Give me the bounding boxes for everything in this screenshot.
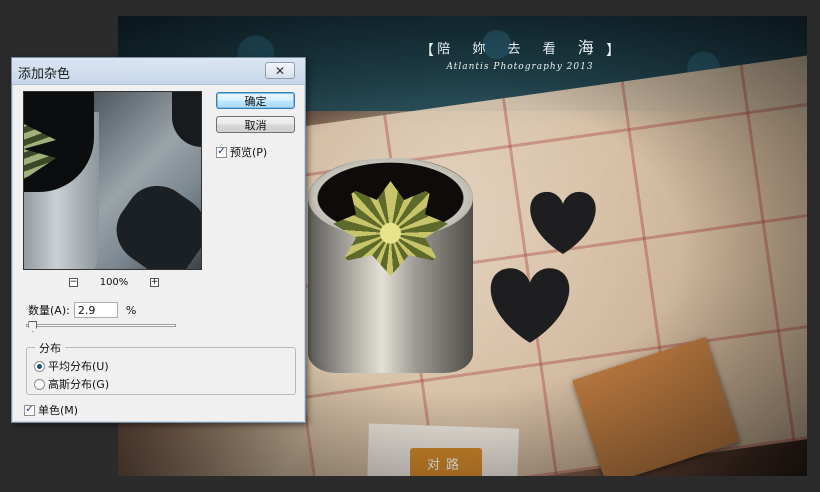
dialog-titlebar[interactable]: 添加杂色 ✕ — [12, 58, 305, 85]
ok-button[interactable]: 确定 — [216, 92, 295, 109]
filter-preview[interactable] — [23, 91, 202, 270]
preview-dark-corner — [172, 92, 201, 147]
watermark-title-text: 陪 妳 去 看 — [437, 42, 578, 57]
radio-selected-dot — [37, 363, 42, 369]
zoom-in-button[interactable]: + — [150, 277, 159, 287]
amount-slider-thumb[interactable] — [28, 321, 38, 332]
amount-label: 数量(A): — [28, 304, 70, 317]
dialog-title: 添加杂色 — [18, 67, 71, 82]
zoom-level: 100% — [99, 276, 129, 288]
monochromatic-checkbox-row[interactable]: ✓ 单色(M) — [24, 402, 78, 418]
gaussian-label: 高斯分布(G) — [48, 378, 110, 391]
gaussian-radio[interactable] — [34, 378, 45, 390]
zoom-out-button[interactable]: − — [69, 277, 78, 287]
amount-input[interactable]: 2.9 — [73, 302, 118, 318]
preview-checkbox-row[interactable]: ✓ 预览(P) — [216, 144, 267, 160]
watermark-subtitle: Atlantis Photography 2013 — [446, 62, 594, 72]
close-icon: ✕ — [274, 63, 286, 78]
cancel-button[interactable]: 取消 — [216, 116, 295, 133]
distribution-group: 分布 平均分布(U) 高斯分布(G) — [26, 340, 296, 395]
photo-watermark: 【 陪 妳 去 看 海 Atlantis Photography 2013 】 — [420, 34, 620, 72]
radio-uniform-row[interactable]: 平均分布(U) — [34, 358, 109, 374]
radio-gaussian-row[interactable]: 高斯分布(G) — [34, 376, 109, 392]
monochromatic-checkbox[interactable]: ✓ — [24, 404, 35, 416]
preview-checkbox-label: 预览(P) — [230, 146, 268, 159]
distribution-legend: 分布 — [35, 340, 65, 356]
uniform-label: 平均分布(U) — [48, 360, 109, 373]
amount-slider[interactable] — [26, 321, 176, 332]
close-button[interactable]: ✕ — [265, 62, 295, 79]
watermark-title: 陪 妳 去 看 海 — [420, 34, 620, 58]
preview-heart — [103, 172, 201, 269]
preview-checkbox[interactable]: ✓ — [216, 146, 227, 158]
zoom-controls: − 100% + — [69, 275, 159, 289]
add-noise-dialog: 添加杂色 ✕ − 100% + 确定 取消 ✓ 预览(P) 数量(A): 2.9… — [11, 57, 306, 423]
monochromatic-label: 单色(M) — [38, 404, 79, 417]
watermark-bracket-right: 】 — [606, 43, 620, 59]
amount-unit: % — [125, 303, 137, 317]
watermark-title-sea: 海 — [577, 38, 603, 57]
uniform-radio[interactable] — [34, 360, 45, 372]
watermark-bracket-left: 【 — [420, 43, 434, 59]
amount-row: 数量(A): 2.9 % — [28, 302, 136, 318]
